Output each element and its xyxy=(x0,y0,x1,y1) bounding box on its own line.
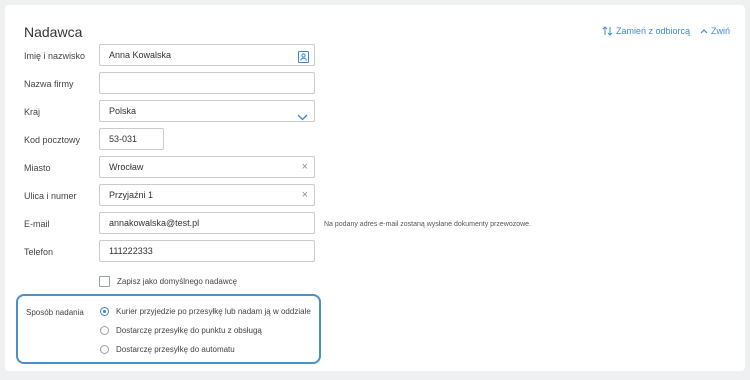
phone-label: Telefon xyxy=(24,247,54,257)
radio-selected[interactable] xyxy=(100,307,109,316)
shipping-option-courier[interactable]: Kurier przyjedzie po przesyłkę lub nadam… xyxy=(100,307,311,316)
email-hint: Na podany adres e-mail zostaną wysłane d… xyxy=(324,221,531,228)
shipping-option-pickup-point[interactable]: Dostarczę przesyłkę do punktu z obsługą xyxy=(100,326,262,335)
radio-unselected[interactable] xyxy=(100,345,109,354)
email-value: annakowalska@test.pl xyxy=(109,218,200,228)
name-field[interactable]: Anna Kowalska xyxy=(99,44,315,66)
company-field[interactable] xyxy=(99,72,315,94)
street-label: Ulica i numer xyxy=(24,191,77,201)
company-label: Nazwa firmy xyxy=(24,79,74,89)
postal-field[interactable]: 53-031 xyxy=(99,128,164,150)
default-sender-option[interactable]: Zapisz jako domyślnego nadawcę xyxy=(99,276,237,287)
clear-x-icon[interactable]: × xyxy=(302,185,308,205)
street-field[interactable]: Przyjaźni 1 × xyxy=(99,184,315,206)
postal-label: Kod pocztowy xyxy=(24,135,81,145)
shipping-option-locker[interactable]: Dostarczę przesyłkę do automatu xyxy=(100,345,235,354)
swap-with-recipient-button[interactable]: Zamień z odbiorcą xyxy=(602,26,690,36)
contact-card-icon[interactable] xyxy=(298,50,309,70)
chevron-down-icon xyxy=(297,108,308,128)
shipping-option-label: Dostarczę przesyłkę do automatu xyxy=(116,345,235,354)
street-value: Przyjaźni 1 xyxy=(109,190,154,200)
city-value: Wrocław xyxy=(109,162,144,172)
default-sender-checkbox[interactable] xyxy=(99,276,110,287)
city-field[interactable]: Wrocław × xyxy=(99,156,315,178)
shipping-method-label: Sposób nadania xyxy=(26,308,84,317)
radio-unselected[interactable] xyxy=(100,326,109,335)
chevron-up-icon xyxy=(700,28,708,34)
phone-field[interactable]: 111222333 xyxy=(99,240,315,262)
name-label: Imię i nazwisko xyxy=(24,51,86,61)
phone-value: 111222333 xyxy=(109,246,153,256)
sender-card: Nadawca Zamień z odbiorcą Zwiń Imię i na… xyxy=(5,5,745,371)
shipping-method-group: Sposób nadania Kurier przyjedzie po prze… xyxy=(16,294,321,364)
clear-x-icon[interactable]: × xyxy=(302,157,308,177)
email-field[interactable]: annakowalska@test.pl xyxy=(99,212,315,234)
swap-arrows-icon xyxy=(602,26,613,36)
email-label: E-mail xyxy=(24,219,50,229)
postal-value: 53-031 xyxy=(109,134,138,144)
shipping-option-label: Dostarczę przesyłkę do punktu z obsługą xyxy=(116,326,262,335)
name-value: Anna Kowalska xyxy=(109,50,172,60)
section-title: Nadawca xyxy=(24,24,83,40)
country-select[interactable]: Polska xyxy=(99,100,315,122)
shipping-option-label: Kurier przyjedzie po przesyłkę lub nadam… xyxy=(116,307,311,316)
country-value: Polska xyxy=(109,106,137,116)
collapse-label: Zwiń xyxy=(710,26,730,36)
collapse-button[interactable]: Zwiń xyxy=(700,26,730,36)
swap-label: Zamień z odbiorcą xyxy=(615,26,690,36)
city-label: Miasto xyxy=(24,163,51,173)
header-actions: Zamień z odbiorcą Zwiń xyxy=(602,26,730,36)
default-sender-label: Zapisz jako domyślnego nadawcę xyxy=(117,277,238,286)
country-label: Kraj xyxy=(24,107,41,117)
